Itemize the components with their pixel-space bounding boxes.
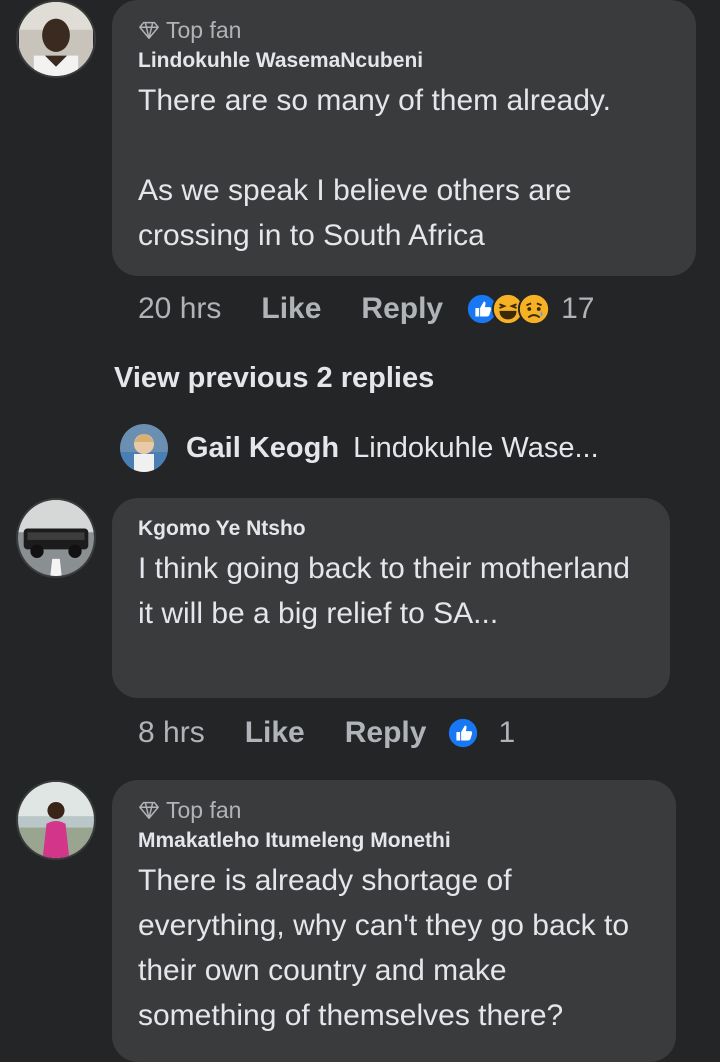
comment-author[interactable]: Mmakatleho Itumeleng Monethi <box>138 826 648 856</box>
avatar[interactable] <box>16 0 96 78</box>
comment-text: I think going back to their motherland i… <box>138 552 630 630</box>
comment-timestamp[interactable]: 8 hrs <box>138 716 205 750</box>
avatar[interactable] <box>120 424 168 472</box>
like-icon <box>447 716 480 750</box>
diamond-icon <box>139 801 159 819</box>
reply-button[interactable]: Reply <box>361 292 443 326</box>
reply-author[interactable]: Gail Keogh <box>186 432 339 465</box>
comment-author[interactable]: Lindokuhle WasemaNcubeni <box>138 46 668 76</box>
comment-timestamp[interactable]: 20 hrs <box>138 292 221 326</box>
reaction-summary[interactable] <box>446 716 480 750</box>
comment-text: There is already shortage of everything,… <box>138 864 630 1032</box>
comment-actions: 20 hrs Like Reply 17 <box>138 292 595 326</box>
reply-preview[interactable]: Gail Keogh Lindokuhle Wase... <box>120 424 599 472</box>
view-previous-replies-link[interactable]: View previous 2 replies <box>114 362 434 395</box>
avatar[interactable] <box>16 498 96 578</box>
like-button[interactable]: Like <box>245 716 305 750</box>
comment-bubble: Top fan Mmakatleho Itumeleng Monethi The… <box>112 780 676 1062</box>
reply-text: Lindokuhle Wase... <box>353 431 599 464</box>
reaction-summary[interactable] <box>465 292 551 326</box>
comment-text: There are so many of them already. As we… <box>138 84 611 252</box>
top-fan-badge: Top fan <box>138 794 648 826</box>
top-fan-label: Top fan <box>166 796 242 823</box>
reaction-count: 1 <box>498 716 516 749</box>
top-fan-badge: Top fan <box>138 14 668 46</box>
comment-bubble: Top fan Lindokuhle WasemaNcubeni There a… <box>112 0 696 276</box>
sad-icon <box>518 292 551 326</box>
reply-button[interactable]: Reply <box>345 716 427 750</box>
comment-actions: 8 hrs Like Reply 1 <box>138 716 515 750</box>
diamond-icon <box>139 21 159 39</box>
comment-bubble: Kgomo Ye Ntsho I think going back to the… <box>112 498 670 698</box>
avatar[interactable] <box>16 780 96 860</box>
comment-author[interactable]: Kgomo Ye Ntsho <box>138 514 642 544</box>
like-button[interactable]: Like <box>261 292 321 326</box>
reaction-count: 17 <box>561 292 595 325</box>
top-fan-label: Top fan <box>166 16 242 43</box>
